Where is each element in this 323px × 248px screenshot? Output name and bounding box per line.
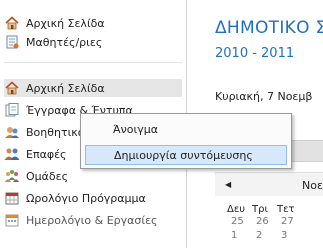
context-menu: Άνοιγμα Δημιουργία συντόμευσης	[80, 113, 292, 169]
timetable-icon	[4, 190, 20, 206]
sidebar-item-label: Ωρολόγιο Πρόγραμμα	[26, 191, 146, 205]
calendar-week-row: 25 26 27	[231, 216, 306, 227]
sidebar-item-label: Ομάδες	[26, 169, 69, 183]
sidebar-divider	[4, 62, 182, 63]
groups-icon	[4, 168, 20, 184]
calendar-day[interactable]: 27	[281, 216, 306, 227]
calendar-week-row: 1 2 3	[231, 230, 306, 241]
sidebar-item-label: Ημερολόγιο & Εργασίες	[26, 213, 158, 227]
sidebar-item-label: Μαθητές/ριες	[26, 35, 103, 49]
day-header: Τετ	[277, 204, 295, 215]
sidebar-item-groups[interactable]: Ομάδες	[4, 167, 182, 185]
sidebar-item-timetable[interactable]: Ωρολόγιο Πρόγραμμα	[4, 189, 182, 207]
current-date: Κυριακή, 7 Νοεμβ	[215, 90, 313, 103]
documents-icon	[4, 102, 20, 118]
day-header: Τρι	[252, 204, 268, 215]
calendar-month-label: Νοεμβ	[302, 179, 323, 192]
sidebar-item-label: Επαφές	[26, 147, 67, 161]
sidebar-item-home[interactable]: Αρχική Σελίδα	[4, 79, 182, 97]
calendar-day[interactable]: 25	[231, 216, 256, 227]
sidebar-item-students[interactable]: Μαθητές/ριες	[4, 33, 182, 51]
day-header: Δευ	[227, 204, 246, 215]
previous-month-icon[interactable]: ◀	[225, 180, 231, 189]
home-icon	[4, 80, 20, 96]
open-menu-item[interactable]: Άνοιγμα	[85, 119, 287, 139]
calendar-day[interactable]: 26	[256, 216, 281, 227]
calendar-day[interactable]: 3	[281, 230, 306, 241]
help-icon	[4, 124, 20, 140]
sidebar-item-label: Βοηθητικά	[26, 125, 86, 139]
sidebar-item-label: Αρχική Σελίδα	[26, 16, 105, 30]
calendar-icon	[4, 212, 20, 228]
document-icon	[4, 34, 20, 50]
home-icon	[4, 15, 20, 31]
calendar-day[interactable]: 2	[256, 230, 281, 241]
sidebar-item-label: Αρχική Σελίδα	[26, 81, 105, 95]
create-shortcut-menu-item[interactable]: Δημιουργία συντόμευσης	[85, 145, 287, 165]
page-title: ΔΗΜΟΤΙΚΟ Σ	[215, 18, 323, 38]
contacts-icon	[4, 146, 20, 162]
calendar-day-headers: Δευ Τρι Τετ	[227, 204, 302, 215]
sidebar-item-calendar[interactable]: Ημερολόγιο & Εργασίες	[4, 211, 182, 229]
school-year: 2010 - 2011	[215, 46, 295, 61]
calendar-day[interactable]: 1	[231, 230, 256, 241]
sidebar-item-home-top[interactable]: Αρχική Σελίδα	[4, 14, 182, 32]
